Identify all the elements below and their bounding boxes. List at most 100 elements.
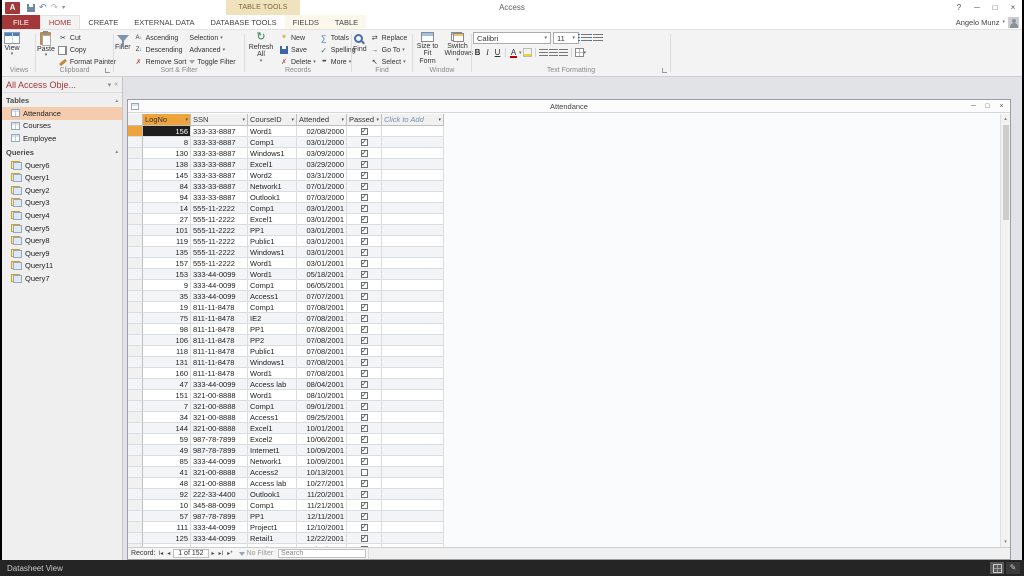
cell-click-to-add[interactable] <box>382 335 444 346</box>
collapse-icon[interactable]: ▴ <box>115 98 118 104</box>
cell-courseid[interactable]: Outlook1 <box>248 192 297 203</box>
nav-query-query4[interactable]: Query4 <box>2 209 122 222</box>
passed-checkbox[interactable] <box>361 436 368 443</box>
cell-logno[interactable]: 94 <box>143 192 191 203</box>
horizontal-scrollbar[interactable] <box>368 548 1010 559</box>
ribbon-tab-table[interactable]: TABLE <box>327 15 366 29</box>
cell-attended[interactable]: 07/08/2001 <box>297 324 347 335</box>
cell-click-to-add[interactable] <box>382 170 444 181</box>
cell-attended[interactable]: 11/21/2001 <box>297 500 347 511</box>
cell-ssn[interactable]: 321-00-8888 <box>191 390 248 401</box>
nav-query-query1[interactable]: Query1 <box>2 171 122 184</box>
ribbon-tab-external-data[interactable]: EXTERNAL DATA <box>126 15 202 29</box>
cell-passed[interactable] <box>347 181 382 192</box>
next-record-icon[interactable]: ▸ <box>211 551 216 557</box>
cell-click-to-add[interactable] <box>382 214 444 225</box>
cell-attended[interactable]: 03/01/2001 <box>297 214 347 225</box>
design-view-button[interactable]: ✎ <box>1006 562 1020 574</box>
cell-passed[interactable] <box>347 478 382 489</box>
passed-checkbox[interactable] <box>361 249 368 256</box>
cell-click-to-add[interactable] <box>382 126 444 137</box>
cell-courseid[interactable]: PP1 <box>248 225 297 236</box>
cell-courseid[interactable]: Word1 <box>248 269 297 280</box>
row-selector[interactable] <box>128 137 143 148</box>
cell-attended[interactable]: 03/01/2001 <box>297 225 347 236</box>
cell-courseid[interactable]: Comp1 <box>248 137 297 148</box>
cell-courseid[interactable]: Word1 <box>248 368 297 379</box>
nav-query-query8[interactable]: Query8 <box>2 234 122 247</box>
cell-logno[interactable]: 157 <box>143 258 191 269</box>
cell-click-to-add[interactable] <box>382 302 444 313</box>
passed-checkbox[interactable] <box>361 172 368 179</box>
passed-checkbox[interactable] <box>361 183 368 190</box>
cell-attended[interactable]: 07/08/2001 <box>297 313 347 324</box>
row-selector[interactable] <box>128 423 143 434</box>
cell-attended[interactable]: 12/22/2001 <box>297 533 347 544</box>
cell-click-to-add[interactable] <box>382 192 444 203</box>
cell-ssn[interactable]: 555-11-2222 <box>191 214 248 225</box>
cell-logno[interactable]: 14 <box>143 203 191 214</box>
row-selector[interactable] <box>128 489 143 500</box>
row-selector[interactable] <box>128 269 143 280</box>
cell-courseid[interactable]: Comp1 <box>248 302 297 313</box>
passed-checkbox[interactable] <box>361 293 368 300</box>
passed-checkbox[interactable] <box>361 282 368 289</box>
record-position[interactable]: 1 of 152 <box>173 549 208 558</box>
cell-click-to-add[interactable] <box>382 247 444 258</box>
passed-checkbox[interactable] <box>361 161 368 168</box>
size-to-fit-form-button[interactable]: Size to Fit Form <box>414 32 441 65</box>
new-record-button[interactable]: * New <box>279 32 316 44</box>
passed-checkbox[interactable] <box>361 535 368 542</box>
passed-checkbox[interactable] <box>361 425 368 432</box>
cell-courseid[interactable]: PP1 <box>248 324 297 335</box>
column-header-attended[interactable]: Attended▾ <box>297 114 347 126</box>
cell-ssn[interactable]: 333-33-8887 <box>191 126 248 137</box>
cell-logno[interactable]: 8 <box>143 137 191 148</box>
cell-attended[interactable]: 03/01/2001 <box>297 258 347 269</box>
cell-courseid[interactable]: Retail1 <box>248 533 297 544</box>
first-record-icon[interactable]: I◂ <box>158 551 165 557</box>
cell-passed[interactable] <box>347 258 382 269</box>
cell-passed[interactable] <box>347 247 382 258</box>
cell-passed[interactable] <box>347 346 382 357</box>
row-selector[interactable] <box>128 170 143 181</box>
numbering-button[interactable] <box>593 33 603 44</box>
cell-click-to-add[interactable] <box>382 357 444 368</box>
cell-logno[interactable]: 59 <box>143 434 191 445</box>
row-selector[interactable] <box>128 401 143 412</box>
cell-click-to-add[interactable] <box>382 258 444 269</box>
nav-table-attendance[interactable]: Attendance <box>2 107 122 120</box>
cell-passed[interactable] <box>347 357 382 368</box>
cell-click-to-add[interactable] <box>382 236 444 247</box>
cell-courseid[interactable]: Public1 <box>248 346 297 357</box>
cell-ssn[interactable]: 333-44-0099 <box>191 456 248 467</box>
cell-click-to-add[interactable] <box>382 456 444 467</box>
scroll-up-icon[interactable]: ▴ <box>1001 114 1010 124</box>
passed-checkbox[interactable] <box>361 469 368 476</box>
cell-passed[interactable] <box>347 434 382 445</box>
cell-click-to-add[interactable] <box>382 445 444 456</box>
copy-button[interactable]: Copy <box>58 44 116 56</box>
maximize-icon[interactable]: □ <box>986 0 1004 15</box>
passed-checkbox[interactable] <box>361 260 368 267</box>
cell-ssn[interactable]: 811-11-8478 <box>191 357 248 368</box>
cell-passed[interactable] <box>347 533 382 544</box>
cell-attended[interactable]: 03/01/2001 <box>297 247 347 258</box>
cell-ssn[interactable]: 987-78-7899 <box>191 445 248 456</box>
passed-checkbox[interactable] <box>361 458 368 465</box>
cell-logno[interactable]: 49 <box>143 445 191 456</box>
cell-click-to-add[interactable] <box>382 181 444 192</box>
cell-courseid[interactable]: Comp1 <box>248 280 297 291</box>
cell-click-to-add[interactable] <box>382 423 444 434</box>
cell-attended[interactable]: 06/05/2001 <box>297 280 347 291</box>
cell-click-to-add[interactable] <box>382 148 444 159</box>
cell-logno[interactable]: 119 <box>143 236 191 247</box>
cell-passed[interactable] <box>347 126 382 137</box>
cell-attended[interactable]: 10/27/2001 <box>297 478 347 489</box>
cell-passed[interactable] <box>347 236 382 247</box>
cell-logno[interactable]: 111 <box>143 522 191 533</box>
nav-pane-title-bar[interactable]: All Access Obje... ▾ « <box>2 77 122 93</box>
cell-logno[interactable]: 98 <box>143 324 191 335</box>
align-left-button[interactable] <box>539 47 548 58</box>
row-selector[interactable] <box>128 445 143 456</box>
